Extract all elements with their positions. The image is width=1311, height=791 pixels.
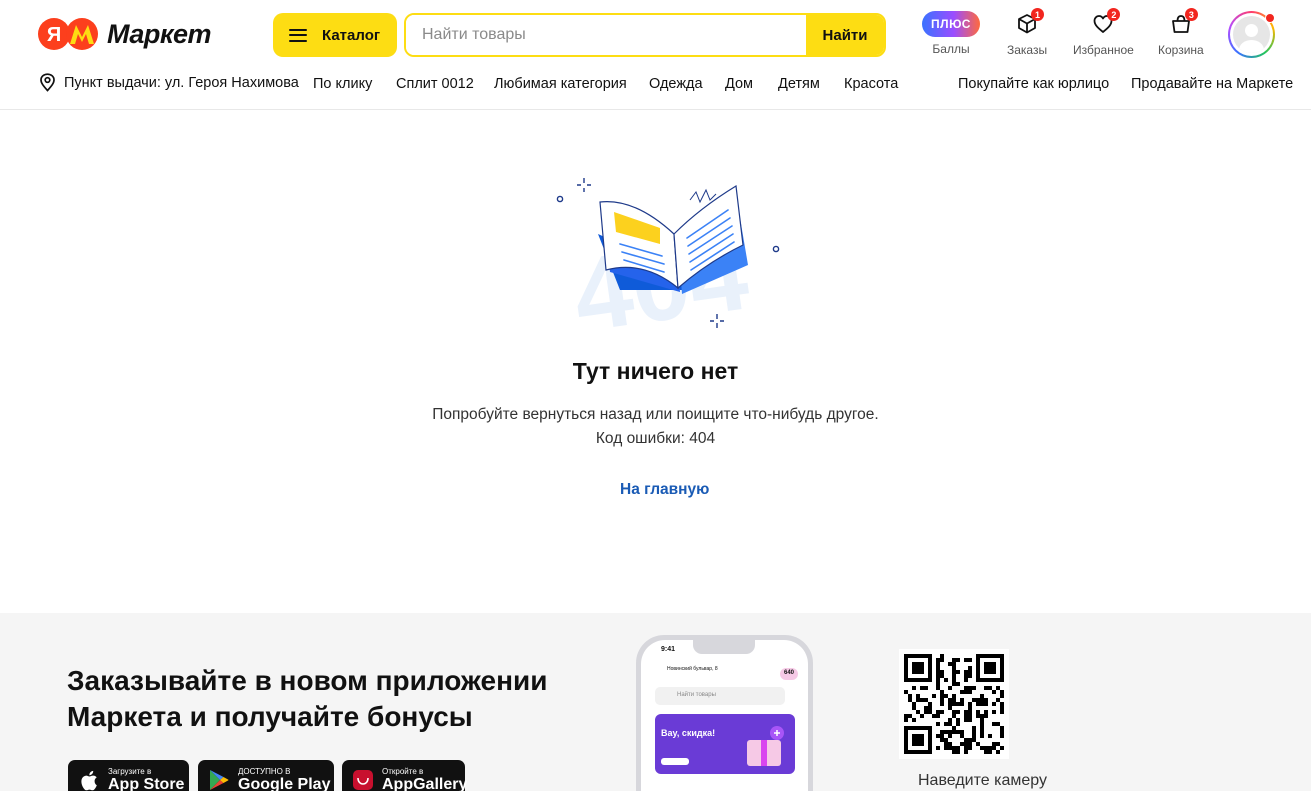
go-home-link[interactable]: На главную xyxy=(620,481,709,499)
gift-icon xyxy=(747,726,784,766)
error-code-text: Код ошибки: 404 xyxy=(595,430,716,447)
qr-caption: Наведите камеру xyxy=(918,772,1047,789)
orders-count-badge: 1 xyxy=(1031,8,1045,21)
promo-title: Заказывайте в новом приложении Маркета и… xyxy=(67,665,548,732)
app-gallery-small-label: Откройте в xyxy=(382,766,424,776)
phone-banner: Вау, скидка! xyxy=(655,714,795,774)
catalog-label: Каталог xyxy=(322,26,381,44)
phone-banner-title: Вау, скидка! xyxy=(661,728,716,738)
nav-bar: Пункт выдачи: ул. Героя Нахимова По клик… xyxy=(0,68,1311,102)
phone-banner-button xyxy=(661,758,689,765)
menu-icon xyxy=(289,28,307,42)
favorites-label: Избранное xyxy=(1073,43,1134,57)
user-icon xyxy=(1233,16,1270,53)
app-gallery-label: AppGallery xyxy=(382,775,468,791)
nav-link-po-kliku[interactable]: По клику xyxy=(313,76,372,92)
error-description-block: Попробуйте вернуться назад или поищите ч… xyxy=(0,403,1311,451)
nav-link-kids[interactable]: Детям xyxy=(778,76,820,92)
phone-screen: 9:41 Новинский бульвар, 8 640 Найти това… xyxy=(641,640,808,791)
nav-link-clothes[interactable]: Одежда xyxy=(649,76,703,92)
phone-address: Новинский бульвар, 8 xyxy=(667,666,718,672)
app-gallery-text: Откройте в AppGallery xyxy=(382,767,467,791)
error-description: Попробуйте вернуться назад или поищите ч… xyxy=(432,406,879,423)
search-button[interactable]: Найти xyxy=(806,15,884,55)
orders-button[interactable]: 1 Заказы xyxy=(1007,8,1048,57)
app-store-text: Загрузите в App Store xyxy=(108,767,184,791)
phone-points-badge: 640 xyxy=(779,668,798,680)
market-logo[interactable]: Я Маркет xyxy=(37,17,212,51)
nav-link-beauty[interactable]: Красота xyxy=(844,76,898,92)
search-bar: Найти xyxy=(404,13,886,57)
nav-link-sell[interactable]: Продавайте на Маркете xyxy=(1131,76,1293,92)
apple-icon xyxy=(78,768,100,791)
yandex-market-logo-icon: Я xyxy=(37,17,101,51)
favorites-count-badge: 2 xyxy=(1107,8,1121,21)
points-button[interactable]: ПЛЮС Баллы xyxy=(922,11,980,56)
phone-time: 9:41 xyxy=(661,646,676,653)
google-play-button[interactable]: ДОСТУПНО В Google Play xyxy=(198,760,334,791)
cart-icon: 3 xyxy=(1168,8,1198,37)
avatar[interactable] xyxy=(1228,11,1275,58)
pickup-point-label: Пункт выдачи: ул. Героя Нахимова xyxy=(64,74,299,91)
app-store-label: App Store xyxy=(108,775,185,791)
google-play-icon xyxy=(208,768,230,791)
phone-notch xyxy=(693,640,755,654)
catalog-button[interactable]: Каталог xyxy=(273,13,397,57)
phone-mockup: 9:41 Новинский бульвар, 8 640 Найти това… xyxy=(636,635,813,791)
cart-button[interactable]: 3 Корзина xyxy=(1158,8,1204,57)
points-label: Баллы xyxy=(932,42,970,56)
app-store-button[interactable]: Загрузите в App Store xyxy=(68,760,189,791)
favorites-button[interactable]: 2 Избранное xyxy=(1073,8,1134,57)
app-promo-section: Заказывайте в новом приложении Маркета и… xyxy=(0,613,1311,791)
pickup-point-selector[interactable]: Пункт выдачи: ул. Героя Нахимова xyxy=(39,73,299,92)
nav-link-favorite-category[interactable]: Любимая категория xyxy=(494,76,627,92)
google-play-small-label: ДОСТУПНО В xyxy=(238,766,291,776)
google-play-text: ДОСТУПНО В Google Play xyxy=(238,767,330,791)
cart-label: Корзина xyxy=(1158,43,1204,57)
nav-link-split[interactable]: Сплит 0012 xyxy=(396,76,474,92)
phone-search-bar: Найти товары xyxy=(655,687,785,705)
location-pin-icon xyxy=(40,73,55,92)
app-store-small-label: Загрузите в xyxy=(108,766,152,776)
qr-code xyxy=(899,649,1009,759)
cart-count-badge: 3 xyxy=(1184,8,1198,21)
app-gallery-button[interactable]: Откройте в AppGallery xyxy=(342,760,467,791)
box-icon: 1 xyxy=(1014,8,1045,37)
plus-badge: ПЛЮС xyxy=(922,11,980,37)
error-title: Тут ничего нет xyxy=(572,358,739,384)
header: Я Маркет Каталог Найти ПЛЮС Баллы 1 Зак xyxy=(0,0,1311,110)
search-input[interactable] xyxy=(406,15,806,55)
error-illustration: 404 xyxy=(540,170,790,354)
svg-text:Я: Я xyxy=(47,24,61,46)
heart-icon: 2 xyxy=(1090,8,1121,37)
logo-text: Маркет xyxy=(107,18,212,49)
nav-link-home[interactable]: Дом xyxy=(725,76,753,92)
orders-label: Заказы xyxy=(1007,43,1048,57)
nav-link-business[interactable]: Покупайте как юрлицо xyxy=(958,76,1109,92)
notification-dot xyxy=(1265,13,1275,23)
google-play-label: Google Play xyxy=(238,775,331,791)
huawei-icon xyxy=(352,768,374,791)
